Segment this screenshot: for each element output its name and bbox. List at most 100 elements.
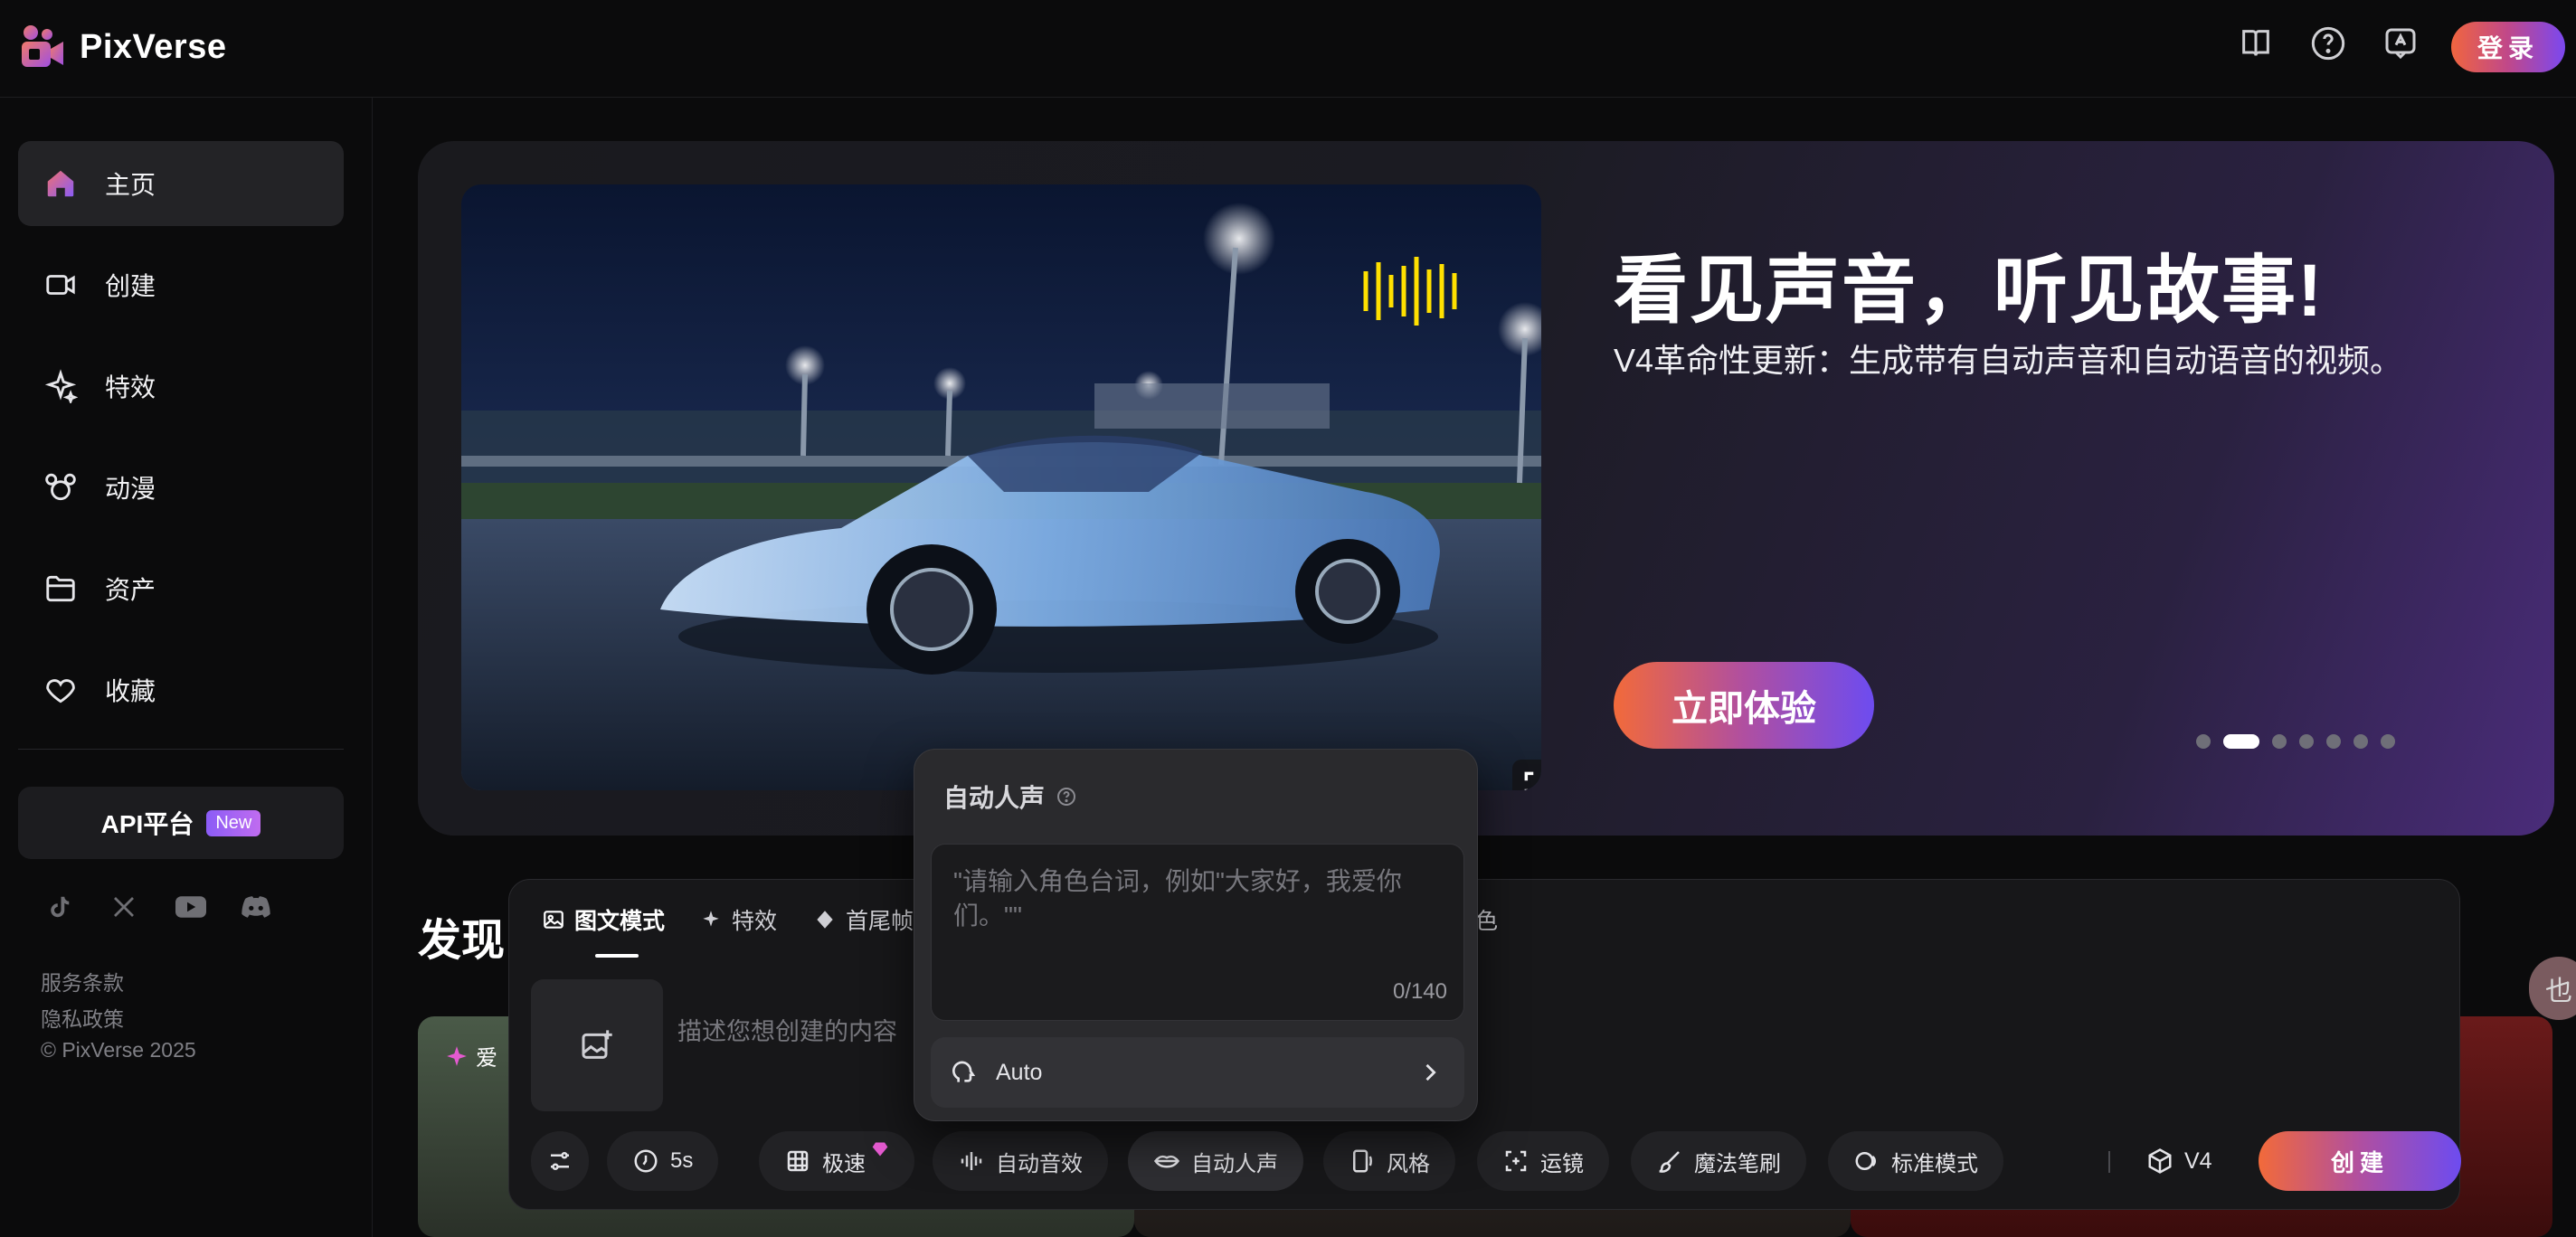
tab-label: 色 [1475,909,1499,934]
mouse-ears-icon [43,470,78,505]
auto-sound-button[interactable]: 自动音效 [933,1131,1108,1191]
carousel-dot[interactable] [2196,734,2211,749]
feedback-icon[interactable] [2382,25,2422,65]
auto-voice-button[interactable]: 自动人声 [1128,1131,1303,1191]
sidebar-item-home[interactable]: 主页 [18,141,344,226]
youtube-icon[interactable] [175,893,206,924]
sidebar: 主页 创建 特效 动漫 资产 收藏 API平台 New 服务条款 隐私政策 © … [0,98,373,1237]
help-icon[interactable] [1056,786,1077,807]
camera-motion-label: 运镜 [1540,1151,1584,1176]
tab-effects[interactable]: 特效 [699,903,777,936]
carousel-dot-active[interactable] [2223,734,2259,749]
image-icon [544,911,564,929]
tab-partial-hidden[interactable]: 色 [1475,903,1498,936]
popover-title: 自动人声 [943,784,1046,812]
active-tab-indicator [595,954,639,958]
book-icon[interactable] [2238,25,2278,65]
discord-icon[interactable] [241,893,271,924]
tab-label: 图文模式 [574,909,666,934]
model-selector[interactable]: V4 [2146,1131,2212,1191]
hero-video-thumbnail[interactable] [461,184,1541,790]
speed-button[interactable]: 极速 [759,1131,914,1191]
settings-button[interactable] [531,1131,589,1191]
voice-label: Auto [996,1059,1043,1085]
magic-brush-label: 魔法笔刷 [1694,1151,1781,1176]
fullscreen-button[interactable] [1512,760,1541,790]
sidebar-item-label: 创建 [105,272,156,300]
model-label: V4 [2184,1147,2212,1174]
card-tag: 爱 [445,1040,497,1072]
composer-tabs: 图文模式 特效 首尾帧 色 [509,880,2459,958]
hero-banner: 看见声音，听见故事! V4革命性更新：生成带有自动声音和自动语音的视频。 立即体… [418,141,2554,836]
help-icon[interactable] [2310,25,2350,65]
duration-button[interactable]: 5s [607,1131,719,1191]
logo[interactable]: PixVerse [20,24,226,71]
login-button[interactable]: 登录 [2451,22,2565,72]
brush-icon [1659,1151,1680,1173]
magic-brush-button[interactable]: 魔法笔刷 [1631,1131,1806,1191]
character-counter: 0/140 [1392,979,1447,1004]
camera-motion-button[interactable]: 运镜 [1477,1131,1609,1191]
copyright-text: © PixVerse 2025 [41,1038,196,1062]
carousel-dot[interactable] [2381,734,2395,749]
tiktok-icon[interactable] [45,893,76,924]
sidebar-item-anime[interactable]: 动漫 [18,445,344,530]
x-twitter-icon[interactable] [110,893,141,924]
tab-label: 特效 [732,909,778,934]
tab-image-text-mode[interactable]: 图文模式 [542,903,665,936]
mode-label: 标准模式 [1891,1151,1978,1176]
tab-label: 首尾帧 [846,909,914,934]
api-platform-button[interactable]: API平台 New [18,787,344,859]
privacy-link[interactable]: 隐私政策 [41,1002,124,1033]
image-upload-button[interactable] [531,979,663,1111]
hero-subtitle: V4革命性更新：生成带有自动声音和自动语音的视频。 [1614,342,2403,379]
sidebar-item-label: 动漫 [105,475,156,503]
mode-toggle-icon [1855,1152,1876,1170]
carousel-dot[interactable] [2353,734,2368,749]
sidebar-item-assets[interactable]: 资产 [18,546,344,631]
api-platform-label: API平台 [100,810,194,838]
carousel-dot[interactable] [2299,734,2314,749]
composer-toolbar: 5s 极速 自动音效 自动人声 风格 运镜 魔法笔刷 标准模式 V4 创建 [531,1131,2461,1191]
clock-icon [634,1149,658,1173]
style-label: 风格 [1387,1151,1430,1176]
add-image-icon [582,1030,612,1059]
create-composer: 图文模式 特效 首尾帧 色 描述您想创建的内容 5s 极速 自动音效 自动人声 … [508,879,2461,1210]
sidebar-item-label: 收藏 [105,677,156,705]
pixverse-logo-icon [22,25,63,67]
lips-icon [1153,1155,1180,1168]
duration-label: 5s [670,1148,694,1173]
carousel-dot[interactable] [2326,734,2341,749]
sidebar-item-label: 资产 [105,576,156,604]
sidebar-divider [18,749,344,750]
sidebar-item-label: 特效 [105,373,156,401]
sliders-icon [551,1152,569,1170]
diamond-icon [817,911,833,929]
mode-button[interactable]: 标准模式 [1828,1131,2003,1191]
tab-first-last-frame[interactable]: 首尾帧 [813,903,914,936]
sidebar-item-effects[interactable]: 特效 [18,344,344,429]
folder-icon [43,571,78,606]
sidebar-item-create[interactable]: 创建 [18,242,344,327]
premium-gem-icon [872,1142,888,1157]
dialogue-placeholder: "请输入角色台词，例如"大家好，我爱你们。"" [953,867,1402,930]
create-button[interactable]: 创建 [2259,1131,2461,1191]
try-now-button[interactable]: 立即体验 [1614,662,1874,749]
sparkle-icon [703,911,719,927]
floating-side-button[interactable]: 也 [2529,957,2576,1020]
terms-link[interactable]: 服务条款 [41,966,124,996]
sparkle-icon [43,369,78,403]
dialogue-textarea[interactable]: "请输入角色台词，例如"大家好，我爱你们。"" 0/140 [931,844,1464,1021]
auto-sound-label: 自动音效 [996,1151,1083,1176]
sound-wave-icon [961,1152,982,1170]
video-camera-icon [43,268,78,302]
sidebar-item-label: 主页 [105,171,156,199]
voice-selector[interactable]: Auto [931,1037,1464,1108]
prompt-input[interactable]: 描述您想创建的内容 [677,1012,897,1047]
auto-voice-label: 自动人声 [1191,1151,1278,1176]
checkered-flag-icon [787,1150,809,1172]
sidebar-item-favorites[interactable]: 收藏 [18,647,344,732]
home-icon [43,166,78,201]
carousel-dot[interactable] [2272,734,2287,749]
style-button[interactable]: 风格 [1323,1131,1455,1191]
